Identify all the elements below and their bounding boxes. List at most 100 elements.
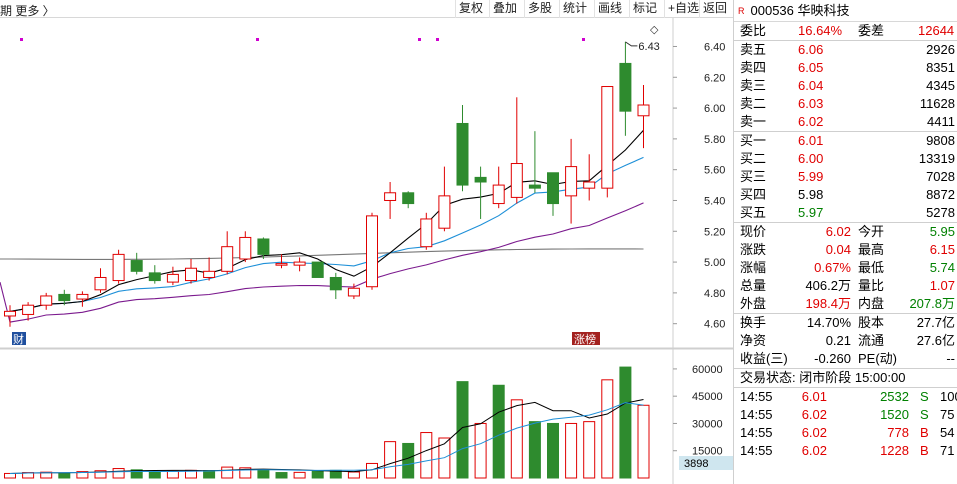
price-axis-label: 6.00 [704, 103, 725, 115]
fund-value: -0.260 [814, 351, 851, 366]
stat-value: 198.4万 [805, 296, 851, 311]
fund-row: 换手 14.70% 股本 27.7亿 [734, 314, 957, 332]
candle-down [474, 176, 487, 183]
bid-row: 买一 6.01 9808 [734, 132, 957, 150]
candle-down [619, 62, 632, 112]
candlestick-chart[interactable]: ◇ 6.43 财 涨榜 6.40 6.20 6.00 5.80 5.60 5.40 5.20 5.… [0, 18, 733, 484]
tick-price: 6.01 [801, 389, 827, 404]
tick-list[interactable]: 14:55 6.01 2532 S 100 14:55 6.02 1520 S 75 14:55 6.… [734, 388, 957, 460]
stat-label: 内盘 [858, 296, 885, 311]
volume-bar-down [547, 422, 559, 479]
stat-label: 今开 [858, 224, 885, 239]
weicha-label: 委差 [858, 23, 885, 38]
candle-up [239, 236, 252, 260]
candle-down [130, 260, 143, 272]
stock-title: R 000536 华映科技 [734, 0, 957, 22]
volume-bar-down [528, 421, 541, 479]
bid-row: 买三 5.99 7028 [734, 168, 957, 186]
mark-button[interactable]: 标记 [629, 0, 660, 18]
ask-label: 卖一 [740, 114, 767, 129]
tick-time: 14:55 [740, 389, 773, 404]
candle-up [203, 270, 216, 278]
tick-price: 6.02 [801, 425, 827, 440]
volume-bar-up [112, 468, 125, 479]
period-selector[interactable]: 期 更多 〉 [0, 2, 55, 19]
fuquan-button[interactable]: 复权 [455, 0, 486, 18]
stat-label: 涨幅 [740, 260, 767, 275]
stat-value: 207.8万 [909, 296, 955, 311]
ask-price: 6.03 [798, 96, 824, 111]
candle-down [456, 122, 469, 186]
bid-row: 买四 5.98 8872 [734, 186, 957, 204]
candle-up [366, 215, 378, 288]
volume-bar-up [4, 472, 16, 479]
draw-line-button[interactable]: 画线 [594, 0, 625, 18]
tick-side: S [920, 407, 929, 422]
price-axis-label: 4.80 [704, 288, 725, 300]
volume-bar-up [347, 471, 360, 479]
candle-up [438, 195, 451, 229]
candle-up [94, 276, 107, 291]
ask-price: 6.05 [798, 60, 824, 75]
volume-bar-up [293, 471, 306, 479]
tick-time: 14:55 [740, 425, 773, 440]
volume-bar-down [311, 470, 324, 479]
volume-bar-down [58, 472, 71, 479]
candle-up [293, 261, 306, 266]
event-marker [582, 38, 585, 41]
fund-row: 净资 0.21 流通 27.6亿 [734, 332, 957, 350]
back-button[interactable]: 返回 [699, 0, 730, 18]
overlay-button[interactable]: 叠加 [489, 0, 520, 18]
stat-value: 6.02 [825, 224, 851, 239]
bid-label: 买一 [740, 133, 767, 148]
tick-count: 75 [940, 407, 955, 422]
candle-up [112, 253, 125, 282]
stat-value: 5.95 [929, 224, 955, 239]
statistics-button[interactable]: 统计 [559, 0, 590, 18]
event-marker [256, 38, 259, 41]
volume-bar-up [384, 441, 397, 479]
price-axis-label: 5.80 [704, 134, 725, 146]
bid-row: 买五 5.97 5278 [734, 204, 957, 222]
candle-down [257, 238, 270, 255]
price-axis-label: 6.40 [704, 41, 725, 53]
ask-volume: 4411 [927, 114, 955, 129]
candle-down [58, 293, 71, 302]
fund-label: PE(动) [858, 351, 898, 366]
fund-value: 14.70% [806, 315, 851, 330]
ask-volume: 2926 [926, 42, 955, 57]
ask-row: 卖五 6.06 2926 [734, 41, 957, 59]
multi-stock-button[interactable]: 多股 [524, 0, 555, 18]
tick-side: S [920, 389, 929, 404]
tick-row: 14:55 6.01 2532 S 100 [734, 388, 957, 406]
ask-label: 卖二 [740, 96, 767, 111]
stat-value: 6.15 [929, 242, 955, 257]
stat-row: 外盘 198.4万 内盘 207.8万 [734, 295, 957, 313]
candle-down [329, 276, 342, 291]
add-watchlist-button[interactable]: +自选 [664, 0, 702, 18]
volume-bar-down [275, 472, 288, 479]
stat-value: 406.2万 [805, 278, 851, 293]
fund-value: 27.6亿 [916, 333, 955, 348]
volume-bar-up [474, 422, 487, 479]
volume-bar-up [166, 470, 179, 479]
stock-code-name: 000536 华映科技 [750, 3, 850, 18]
volume-bar-up [221, 466, 234, 479]
bid-volume: 13319 [918, 151, 955, 166]
fund-value: 0.21 [825, 333, 851, 348]
volume-bar-up [583, 421, 596, 479]
bid-price: 5.99 [798, 169, 824, 184]
candle-up [185, 267, 197, 282]
bid-label: 买四 [740, 187, 767, 202]
bid-label: 买二 [740, 151, 767, 166]
tick-time: 14:55 [740, 407, 773, 422]
bid-volume: 7028 [926, 169, 955, 184]
stat-value: 5.74 [929, 260, 955, 275]
stat-row: 涨跌 0.04 最高 6.15 [734, 241, 957, 259]
kline-chart-area[interactable]: 期 更多 〉 复权 叠加 多股 统计 画线 标记 +自选 返回 ◇ 6.43 财 涨… [0, 0, 733, 484]
volume-bar-up [565, 422, 578, 479]
volume-current-label: 3898 [684, 458, 708, 470]
event-marker [436, 38, 439, 41]
candle-up [275, 263, 288, 266]
tick-volume: 1228 [880, 443, 909, 458]
